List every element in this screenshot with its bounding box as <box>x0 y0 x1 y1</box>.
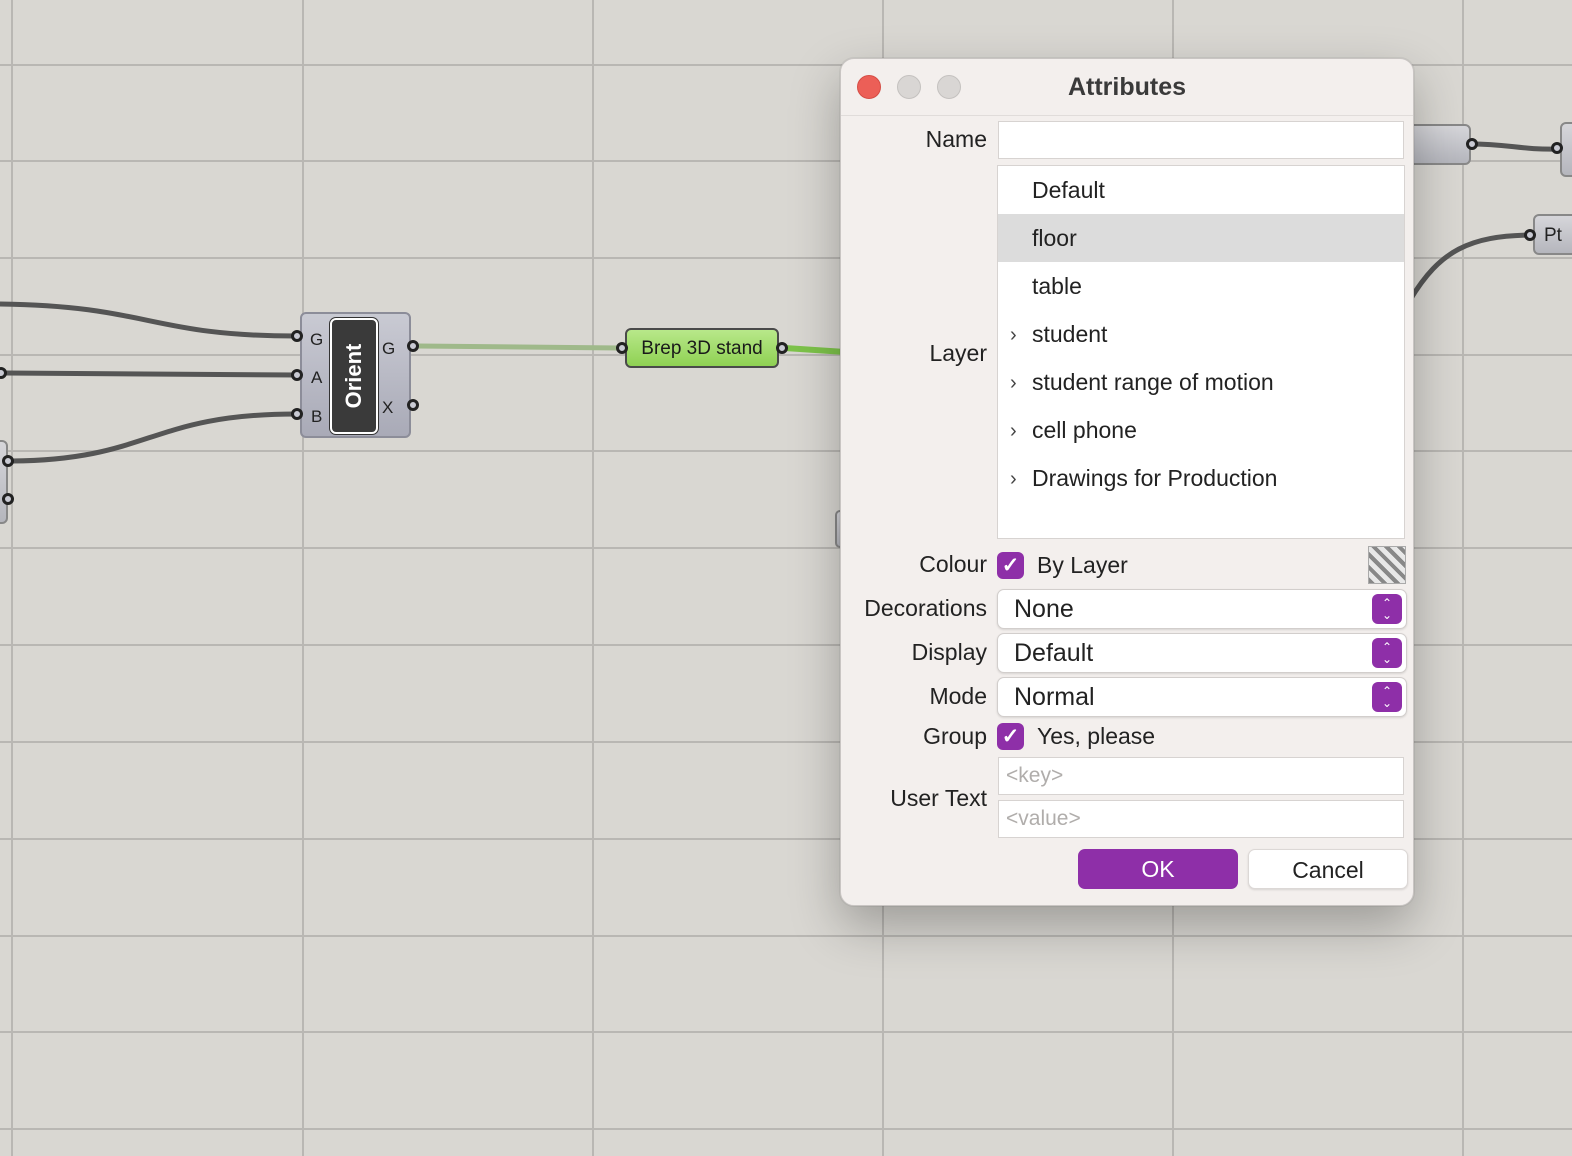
layer-item-label: student <box>1032 321 1108 347</box>
decorations-label: Decorations <box>864 595 987 621</box>
orient-component-core[interactable]: Orient <box>330 318 378 434</box>
chevron-right-icon[interactable]: › <box>1010 311 1017 359</box>
orient-input-g: G <box>310 330 324 349</box>
layer-item-label: table <box>1032 273 1082 299</box>
mode-value: Normal <box>1014 683 1095 711</box>
layer-item-student[interactable]: › student <box>998 310 1404 358</box>
layer-list[interactable]: Default floor table › student › student ra… <box>997 165 1405 539</box>
user-text-label: User Text <box>890 785 987 811</box>
right-edge-port[interactable] <box>1551 142 1563 154</box>
user-text-key-input[interactable] <box>998 757 1404 795</box>
orient-input-b: B <box>311 407 323 426</box>
brep-panel-node[interactable]: Brep 3D stand <box>625 328 779 368</box>
updown-arrows-icon: ⌃ ⌄ <box>1372 682 1402 712</box>
orient-input-a: A <box>311 368 323 387</box>
attributes-dialog: Attributes Name Layer Default floor tabl… <box>840 58 1414 906</box>
layer-item-label: student range of motion <box>1032 369 1274 395</box>
orient-input-port-g[interactable] <box>291 330 303 342</box>
decorations-value: None <box>1014 595 1074 623</box>
mode-label: Mode <box>929 683 987 709</box>
group-checkbox-label: Yes, please <box>1037 723 1156 749</box>
display-select[interactable]: Default ⌃ ⌄ <box>997 633 1407 673</box>
colour-by-layer-label: By Layer <box>1037 552 1128 578</box>
mode-select[interactable]: Normal ⌃ ⌄ <box>997 677 1407 717</box>
panel-input-port[interactable] <box>616 342 628 354</box>
cancel-button[interactable]: Cancel <box>1248 849 1408 889</box>
colour-by-layer-checkbox[interactable]: ✓ <box>997 552 1024 579</box>
layer-item-student-range-of-motion[interactable]: › student range of motion <box>998 358 1404 406</box>
layer-item-drawings-for-production[interactable]: › Drawings for Production <box>998 454 1404 502</box>
updown-arrows-icon: ⌃ ⌄ <box>1372 594 1402 624</box>
orient-input-port-a[interactable] <box>291 369 303 381</box>
user-text-value-input[interactable] <box>998 800 1404 838</box>
orient-component[interactable]: Orient G A B G X <box>300 312 411 438</box>
display-label: Display <box>911 639 987 665</box>
dialog-titlebar: Attributes <box>841 59 1413 116</box>
layer-item-label: cell phone <box>1032 417 1137 443</box>
right-edge-port[interactable] <box>1466 138 1478 150</box>
layer-item-label: Drawings for Production <box>1032 465 1278 491</box>
layer-item-default[interactable]: Default <box>998 166 1404 214</box>
orient-output-port-x[interactable] <box>407 399 419 411</box>
chevron-right-icon[interactable]: › <box>1010 359 1017 407</box>
orient-output-g: G <box>382 339 396 358</box>
pt-node-port[interactable] <box>1524 229 1536 241</box>
dialog-title: Attributes <box>1067 73 1187 101</box>
decorations-select[interactable]: None ⌃ ⌄ <box>997 589 1407 629</box>
group-label: Group <box>923 723 987 749</box>
orient-input-port-b[interactable] <box>291 408 303 420</box>
left-edge-node[interactable] <box>0 440 8 524</box>
brep-panel-label: Brep 3D stand <box>641 338 763 359</box>
name-field[interactable] <box>998 121 1404 159</box>
chevron-right-icon[interactable]: › <box>1010 407 1017 455</box>
layer-item-cell-phone[interactable]: › cell phone <box>998 406 1404 454</box>
updown-arrows-icon: ⌃ ⌄ <box>1372 638 1402 668</box>
orient-component-name: Orient <box>341 343 366 409</box>
name-label: Name <box>925 126 987 152</box>
panel-output-port[interactable] <box>776 342 788 354</box>
layer-item-table[interactable]: table <box>998 262 1404 310</box>
layer-item-label: floor <box>1032 225 1077 251</box>
layer-item-floor[interactable]: floor <box>998 214 1404 262</box>
display-value: Default <box>1014 639 1094 667</box>
orient-output-x: X <box>382 398 394 417</box>
colour-label: Colour <box>919 551 987 577</box>
orient-output-port-g[interactable] <box>407 340 419 352</box>
left-edge-port[interactable] <box>2 455 14 467</box>
group-checkbox[interactable]: ✓ <box>997 723 1024 750</box>
layer-label: Layer <box>929 340 987 366</box>
chevron-right-icon[interactable]: › <box>1010 455 1017 503</box>
pt-node[interactable]: Pt <box>1533 214 1572 255</box>
pt-node-label: Pt <box>1544 225 1562 246</box>
ok-button[interactable]: OK <box>1078 849 1238 889</box>
layer-item-label: Default <box>1032 177 1105 203</box>
colour-swatch[interactable] <box>1368 546 1406 584</box>
left-edge-port[interactable] <box>2 493 14 505</box>
